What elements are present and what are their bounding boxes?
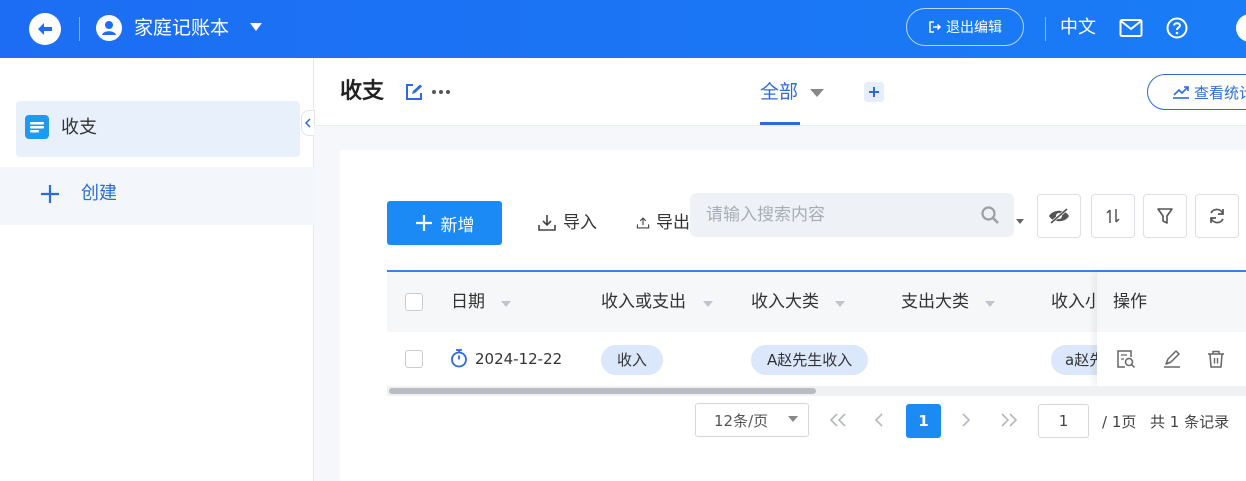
plus-icon	[39, 183, 61, 205]
help-icon[interactable]	[1166, 17, 1188, 39]
page-number-current[interactable]: 1	[906, 404, 941, 438]
back-button[interactable]	[29, 13, 61, 45]
total-pages: / 1页	[1102, 413, 1137, 431]
plus-icon	[869, 87, 879, 97]
hide-columns-button[interactable]	[1037, 194, 1081, 238]
logout-icon	[929, 21, 942, 33]
cell-income-category-tag: A赵先生收入	[751, 345, 869, 375]
caret-down-icon[interactable]	[834, 300, 846, 308]
add-record-button[interactable]: 新增	[387, 201, 502, 245]
search-icon[interactable]	[980, 205, 1000, 225]
previous-page-icon[interactable]	[872, 412, 886, 428]
sidebar-item-label: 创建	[81, 183, 117, 204]
sidebar-item-income-expense[interactable]	[16, 101, 300, 157]
search-placeholder: 请输入搜索内容	[706, 205, 825, 225]
refresh-button[interactable]	[1195, 194, 1239, 238]
more-icon[interactable]	[431, 83, 451, 101]
chevron-left-icon	[304, 118, 311, 128]
page-title: 收支	[340, 79, 385, 104]
select-all-checkbox[interactable]	[405, 293, 423, 311]
caret-down-icon[interactable]	[984, 300, 996, 308]
import-button[interactable]: 导入	[537, 210, 597, 236]
column-header-income-category[interactable]: 收入大类	[751, 290, 819, 314]
sort-button[interactable]	[1091, 194, 1135, 238]
page-jump-input[interactable]: 1	[1038, 404, 1089, 438]
trash-icon[interactable]	[1206, 349, 1226, 369]
stopwatch-icon	[450, 348, 468, 368]
caret-down-icon[interactable]	[500, 300, 512, 308]
cell-income-subcategory-tag: a赵先生	[1051, 345, 1097, 375]
record-count: 共 1 条记录	[1150, 413, 1230, 431]
column-header-date[interactable]: 日期	[451, 290, 485, 314]
chart-icon	[1173, 86, 1189, 99]
exit-edit-button[interactable]: 退出编辑	[906, 8, 1024, 46]
filter-icon	[1157, 208, 1173, 224]
caret-down-icon[interactable]	[702, 300, 714, 308]
row-checkbox[interactable]	[405, 350, 423, 368]
column-header-type[interactable]: 收入或支出	[601, 290, 686, 314]
add-record-label: 新增	[440, 215, 475, 236]
export-label: 导出	[656, 213, 690, 233]
caret-down-icon[interactable]	[787, 415, 799, 423]
document-icon	[25, 115, 49, 139]
plus-icon	[415, 215, 432, 231]
view-statistics-button[interactable]: 查看统计	[1147, 74, 1246, 110]
language-switch[interactable]: 中文	[1060, 15, 1096, 41]
divider	[1045, 17, 1046, 41]
sidebar-item-label: 收支	[61, 117, 97, 138]
add-tab-button[interactable]	[864, 82, 884, 102]
import-label: 导入	[563, 213, 597, 233]
first-page-icon[interactable]	[828, 412, 848, 428]
caret-down-icon[interactable]	[809, 88, 825, 98]
cell-date: 2024-12-22	[475, 350, 563, 368]
cell-type-tag: 收入	[601, 345, 664, 375]
arrow-left-icon	[38, 23, 52, 35]
edit-icon[interactable]	[405, 83, 423, 101]
scrollbar-thumb[interactable]	[389, 388, 816, 394]
page-size-value: 12条/页	[714, 411, 769, 430]
tab-all[interactable]: 全部	[760, 78, 798, 106]
view-detail-icon[interactable]	[1116, 349, 1136, 369]
app-avatar-icon	[96, 15, 122, 41]
view-statistics-label: 查看统计	[1194, 83, 1246, 102]
column-header-operations: 操作	[1113, 292, 1147, 312]
filter-button[interactable]	[1143, 194, 1187, 238]
download-icon	[538, 215, 556, 231]
last-page-icon[interactable]	[999, 412, 1019, 428]
eye-off-icon	[1049, 207, 1069, 225]
app-title[interactable]: 家庭记账本	[134, 14, 229, 42]
divider	[79, 17, 80, 41]
next-page-icon[interactable]	[959, 412, 973, 428]
caret-down-icon[interactable]	[249, 22, 263, 32]
collapse-sidebar-button[interactable]	[301, 110, 315, 136]
column-header-income-subcategory[interactable]: 收入小类	[1051, 290, 1097, 314]
exit-edit-label: 退出编辑	[946, 20, 1002, 36]
upload-icon	[636, 217, 650, 229]
column-header-expense-category[interactable]: 支出大类	[901, 290, 969, 314]
caret-down-icon[interactable]	[1015, 218, 1025, 225]
export-button[interactable]: 导出	[636, 210, 690, 236]
mail-icon[interactable]	[1119, 18, 1143, 38]
sort-icon	[1106, 209, 1120, 223]
refresh-icon	[1210, 208, 1224, 224]
edit-icon[interactable]	[1162, 349, 1182, 369]
